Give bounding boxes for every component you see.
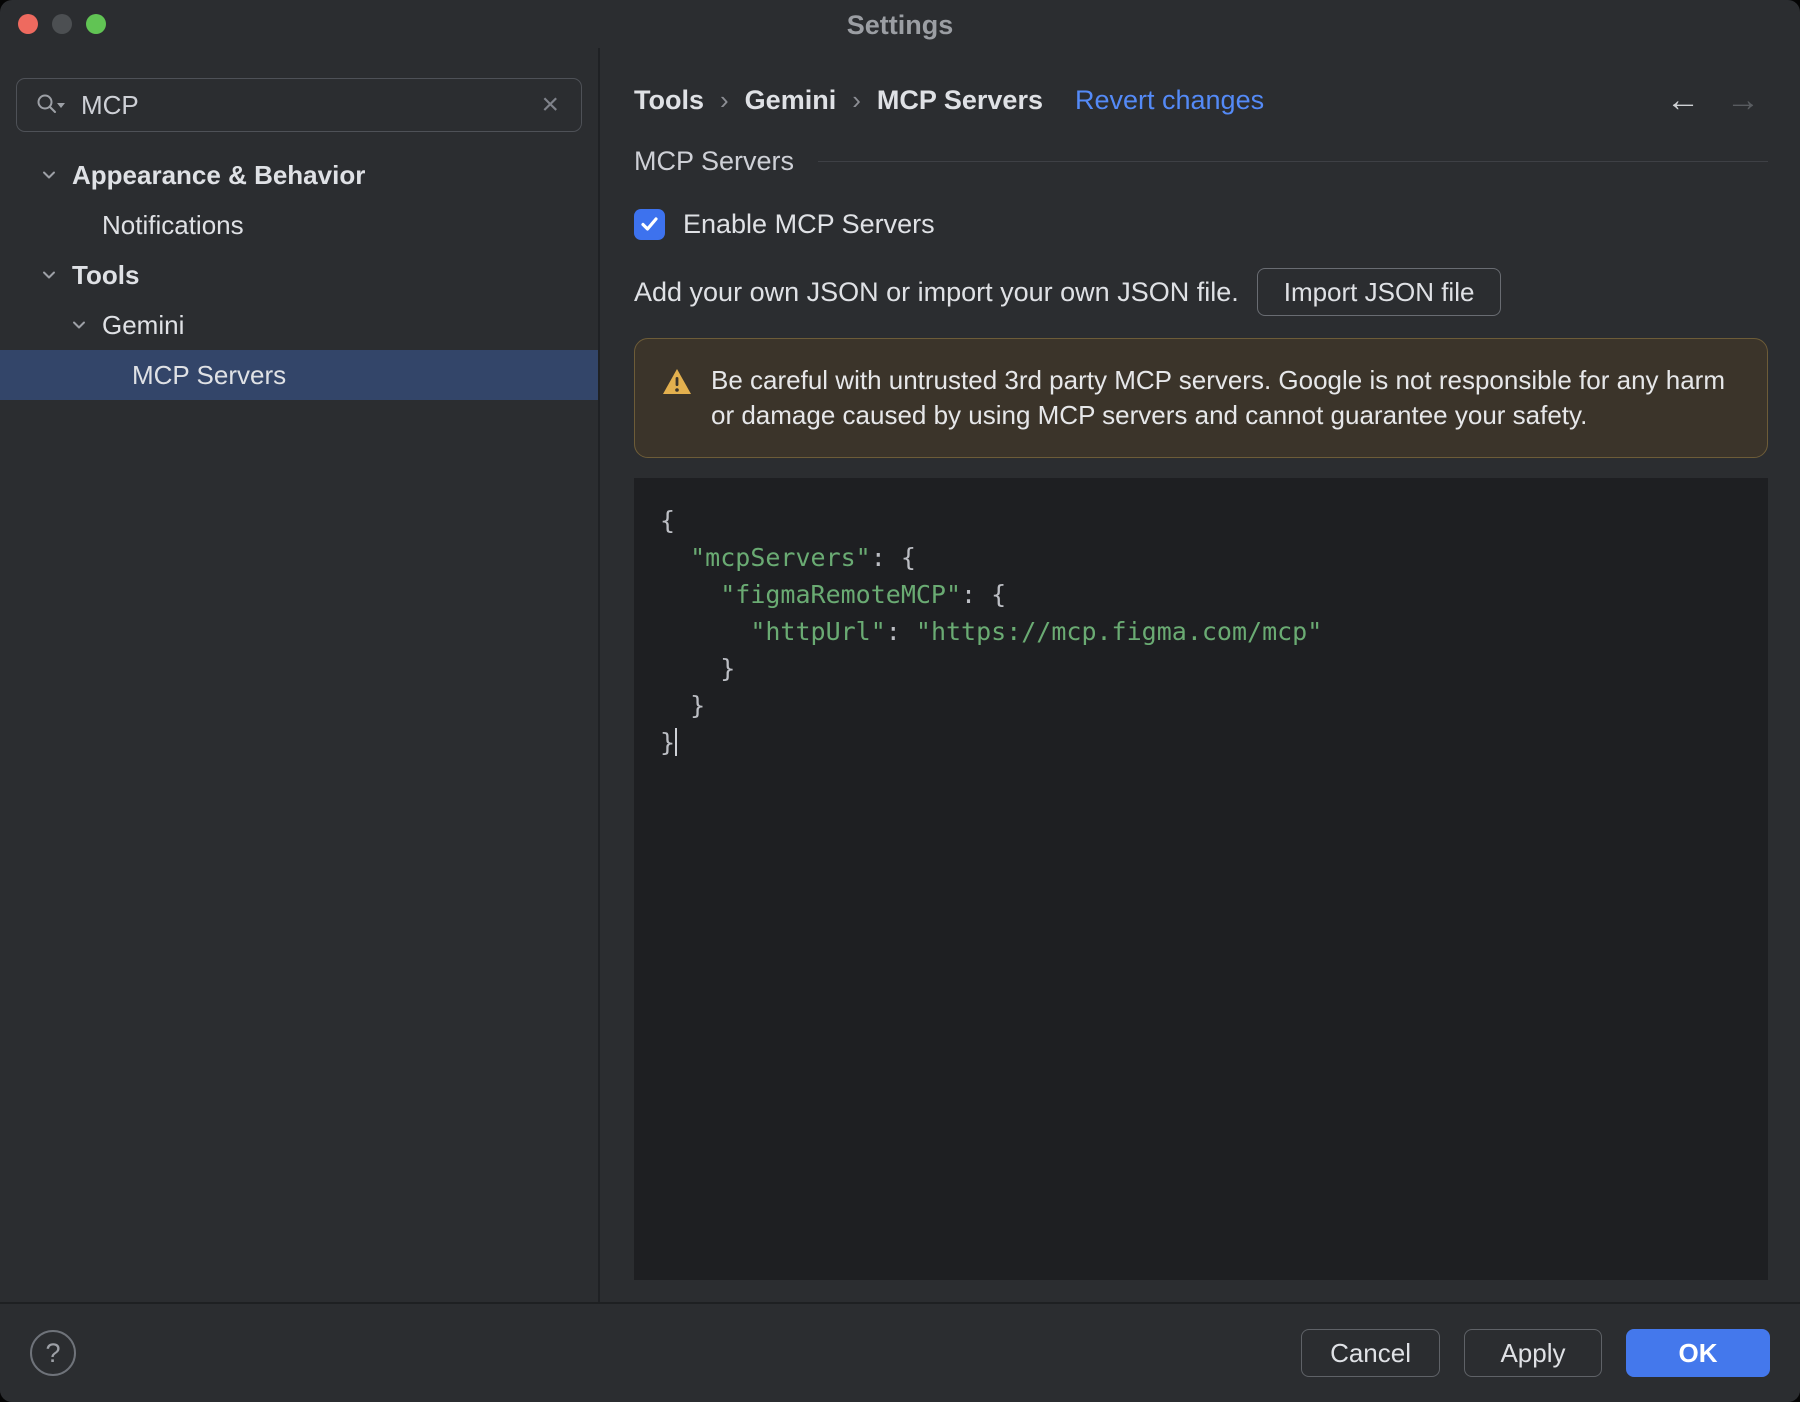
settings-tree: Appearance & Behavior Notifications Tools G… (0, 150, 598, 400)
settings-sidebar: × Appearance & Behavior Notifications Tool… (0, 48, 600, 1302)
breadcrumb-item-tools[interactable]: Tools (634, 85, 704, 116)
code-line: } (660, 691, 706, 720)
footer-buttons: Cancel Apply OK (1301, 1329, 1770, 1377)
question-mark-icon: ? (45, 1337, 61, 1368)
warning-banner: Be careful with untrusted 3rd party MCP … (634, 338, 1768, 458)
import-row: Add your own JSON or import your own JSO… (634, 268, 1768, 316)
section-title: MCP Servers (634, 146, 795, 176)
checkbox-checked-icon[interactable] (634, 209, 665, 240)
chevron-down-icon[interactable] (38, 164, 60, 186)
warning-text: Be careful with untrusted 3rd party MCP … (711, 365, 1725, 430)
help-button[interactable]: ? (30, 1330, 76, 1376)
forward-arrow-icon: → (1726, 81, 1760, 119)
sidebar-item-label: Notifications (102, 209, 244, 240)
sidebar-item-tools[interactable]: Tools (0, 250, 598, 300)
sidebar-item-label: MCP Servers (132, 359, 287, 390)
dialog-footer: ? Cancel Apply OK (0, 1302, 1800, 1402)
chevron-down-icon[interactable] (38, 264, 60, 286)
settings-search-box[interactable]: × (16, 78, 582, 132)
settings-content: Tools › Gemini › MCP Servers Revert changes … (600, 48, 1800, 1302)
sidebar-item-label: Appearance & Behavior (72, 159, 366, 190)
search-input[interactable] (81, 89, 524, 121)
json-config-editor[interactable]: { "mcpServers": { "figmaRemoteMCP": { "h… (634, 478, 1768, 1280)
search-icon (35, 92, 67, 118)
code-line: "httpUrl": "https://mcp.figma.com/mcp" (750, 617, 1323, 646)
window-title: Settings (846, 10, 954, 40)
code-line: } (660, 654, 736, 683)
settings-body: × Appearance & Behavior Notifications Tool… (0, 48, 1800, 1302)
revert-changes-link[interactable]: Revert changes (1075, 85, 1264, 116)
sidebar-item-mcp-servers[interactable]: MCP Servers (0, 350, 598, 400)
text-cursor (675, 728, 678, 756)
settings-window: Settings × Appearance & Behavior Notifica… (0, 0, 1800, 1402)
history-nav: ← → (1666, 83, 1768, 117)
chevron-down-icon[interactable] (68, 314, 90, 336)
sidebar-item-gemini[interactable]: Gemini (0, 300, 598, 350)
ok-button[interactable]: OK (1626, 1329, 1770, 1377)
warning-triangle-icon (661, 367, 693, 402)
section-divider (818, 161, 1768, 162)
sidebar-item-label: Tools (72, 259, 140, 290)
cancel-button[interactable]: Cancel (1301, 1329, 1440, 1377)
sidebar-item-notifications[interactable]: Notifications (0, 200, 598, 250)
clear-search-icon[interactable]: × (537, 90, 563, 120)
breadcrumb-separator-icon: › (720, 84, 729, 115)
sidebar-item-appearance-behavior[interactable]: Appearance & Behavior (0, 150, 598, 200)
title-bar: Settings (0, 0, 1800, 48)
back-arrow-icon[interactable]: ← (1666, 83, 1700, 117)
enable-mcp-servers-checkbox[interactable]: Enable MCP Servers (634, 209, 1768, 240)
code-line: "mcpServers": { (690, 543, 916, 572)
enable-mcp-servers-label: Enable MCP Servers (683, 209, 935, 239)
code-line: { (660, 506, 676, 535)
apply-button[interactable]: Apply (1464, 1329, 1602, 1377)
import-json-file-button[interactable]: Import JSON file (1256, 268, 1502, 316)
import-hint-text: Add your own JSON or import your own JSO… (634, 276, 1239, 307)
sidebar-item-label: Gemini (102, 309, 185, 340)
breadcrumb-row: Tools › Gemini › MCP Servers Revert changes … (634, 80, 1768, 120)
breadcrumb: Tools › Gemini › MCP Servers (634, 85, 1043, 116)
section-header: MCP Servers (634, 146, 1768, 177)
breadcrumb-item-mcp-servers[interactable]: MCP Servers (877, 85, 1043, 116)
breadcrumb-separator-icon: › (852, 84, 861, 115)
breadcrumb-item-gemini[interactable]: Gemini (745, 85, 837, 116)
code-line: } (660, 728, 678, 757)
code-line: "figmaRemoteMCP": { (720, 580, 1007, 609)
